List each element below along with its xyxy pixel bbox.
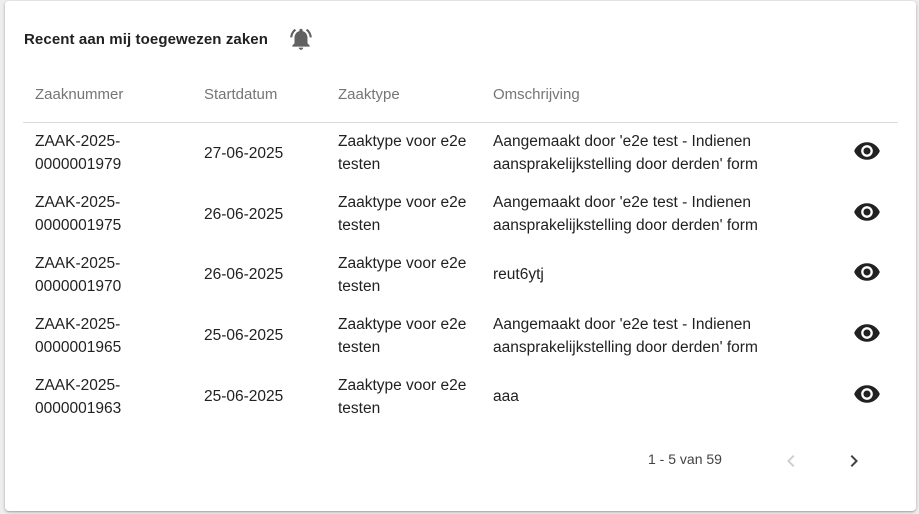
zaaktype-line: Zaaktype voor e2e [338, 315, 467, 333]
table-header-row: Zaaknummer Startdatum Zaaktype Omschrijv… [23, 66, 898, 123]
view-case-button[interactable] [851, 196, 883, 228]
cell-omschrijving: reut6ytj [481, 245, 836, 306]
cell-startdatum: 25-06-2025 [204, 327, 284, 345]
zaaktype-line: testen [338, 156, 381, 174]
omschrijving-line: aaa [493, 388, 519, 406]
paginator-range-label: 1 - 5 van 59 [648, 451, 722, 467]
zaaktype-line: testen [338, 338, 381, 356]
cell-omschrijving: Aangemaakt door 'e2e test - Indienen aans… [481, 184, 836, 245]
view-case-button[interactable] [851, 378, 883, 410]
eye-icon [853, 137, 881, 165]
zaaktype-line: Zaaktype voor e2e [338, 133, 467, 151]
cell-actions [836, 123, 898, 184]
cell-zaaknummer: ZAAK-2025- 0000001975 [23, 184, 192, 245]
zaaktype-line: Zaaktype voor e2e [338, 194, 467, 212]
zaaknummer-line: ZAAK-2025- [35, 133, 121, 151]
cell-actions [836, 245, 898, 306]
eye-icon [853, 198, 881, 226]
omschrijving-line: Aangemaakt door 'e2e test - Indienen [493, 133, 752, 151]
card-title: Recent aan mij toegewezen zaken [24, 30, 269, 48]
zaaknummer-line: 0000001963 [35, 399, 122, 417]
view-case-button[interactable] [851, 135, 883, 167]
cell-actions [836, 366, 898, 427]
next-page-button[interactable] [840, 447, 868, 475]
chevron-left-icon [787, 455, 795, 467]
cell-omschrijving: Aangemaakt door 'e2e test - Indienen aans… [481, 305, 836, 366]
zaaknummer-line: 0000001975 [35, 217, 122, 235]
cell-startdatum: 27-06-2025 [204, 144, 284, 162]
previous-page-button[interactable] [777, 447, 805, 475]
zaaktype-line: testen [338, 217, 381, 235]
zaaknummer-line: 0000001970 [35, 277, 122, 295]
zaaknummer-line: 0000001965 [35, 338, 122, 356]
cell-actions [836, 305, 898, 366]
zaaktype-line: testen [338, 399, 381, 417]
cell-zaaktype: Zaaktype voor e2e testen [326, 123, 481, 184]
column-header-zaaktype: Zaaktype [326, 66, 481, 123]
cell-omschrijving: Aangemaakt door 'e2e test - Indienen aans… [481, 123, 836, 184]
cell-zaaknummer: ZAAK-2025- 0000001970 [23, 245, 192, 306]
cell-zaaktype: Zaaktype voor e2e testen [326, 184, 481, 245]
cell-startdatum: 26-06-2025 [204, 266, 284, 284]
zaaknummer-line: ZAAK-2025- [35, 254, 121, 272]
zaaknummer-line: ZAAK-2025- [35, 194, 121, 212]
cell-zaaknummer: ZAAK-2025- 0000001979 [23, 123, 192, 184]
table-row[interactable]: ZAAK-2025- 0000001965 25-06-2025 Zaaktype v… [23, 305, 898, 366]
omschrijving-line: Aangemaakt door 'e2e test - Indienen [493, 315, 752, 333]
omschrijving-line: aansprakelijkstelling door derden' form [493, 156, 758, 174]
column-header-actions [836, 66, 898, 123]
eye-icon [853, 258, 881, 286]
omschrijving-line: aansprakelijkstelling door derden' form [493, 217, 758, 235]
column-header-omschrijving: Omschrijving [481, 66, 836, 123]
cell-startdatum: 25-06-2025 [204, 388, 284, 406]
omschrijving-line: aansprakelijkstelling door derden' form [493, 338, 758, 356]
view-case-button[interactable] [851, 256, 883, 288]
paginator: 1 - 5 van 59 [5, 447, 916, 475]
omschrijving-line: Aangemaakt door 'e2e test - Indienen [493, 194, 752, 212]
zaaknummer-line: 0000001979 [35, 156, 122, 174]
zaaktype-line: Zaaktype voor e2e [338, 376, 467, 394]
column-header-startdatum: Startdatum [192, 66, 326, 123]
zaaknummer-line: ZAAK-2025- [35, 315, 121, 333]
cell-omschrijving: aaa [481, 366, 836, 427]
card-header: Recent aan mij toegewezen zaken [24, 25, 314, 53]
zaaknummer-line: ZAAK-2025- [35, 376, 121, 394]
cell-zaaktype: Zaaktype voor e2e testen [326, 245, 481, 306]
cell-actions [836, 184, 898, 245]
table-row[interactable]: ZAAK-2025- 0000001975 26-06-2025 Zaaktype v… [23, 184, 898, 245]
omschrijving-line: reut6ytj [493, 266, 544, 284]
cell-zaaktype: Zaaktype voor e2e testen [326, 305, 481, 366]
eye-icon [853, 380, 881, 408]
eye-icon [853, 319, 881, 347]
cell-startdatum: 26-06-2025 [204, 205, 284, 223]
table-row[interactable]: ZAAK-2025- 0000001979 27-06-2025 Zaaktype v… [23, 123, 898, 184]
column-header-zaaknummer: Zaaknummer [23, 66, 192, 123]
chevron-right-icon [850, 455, 858, 467]
cell-zaaknummer: ZAAK-2025- 0000001963 [23, 366, 192, 427]
cell-zaaknummer: ZAAK-2025- 0000001965 [23, 305, 192, 366]
table-row[interactable]: ZAAK-2025- 0000001963 25-06-2025 Zaaktype v… [23, 366, 898, 427]
cell-zaaktype: Zaaktype voor e2e testen [326, 366, 481, 427]
zaaktype-line: testen [338, 277, 381, 295]
zaaktype-line: Zaaktype voor e2e [338, 254, 467, 272]
cases-table: Zaaknummer Startdatum Zaaktype Omschrijv… [23, 66, 898, 427]
recent-cases-card: Recent aan mij toegewezen zaken Zaaknumm… [5, 1, 916, 511]
view-case-button[interactable] [851, 317, 883, 349]
alarm-bell-icon[interactable] [288, 26, 314, 52]
table-row[interactable]: ZAAK-2025- 0000001970 26-06-2025 Zaaktype v… [23, 245, 898, 306]
